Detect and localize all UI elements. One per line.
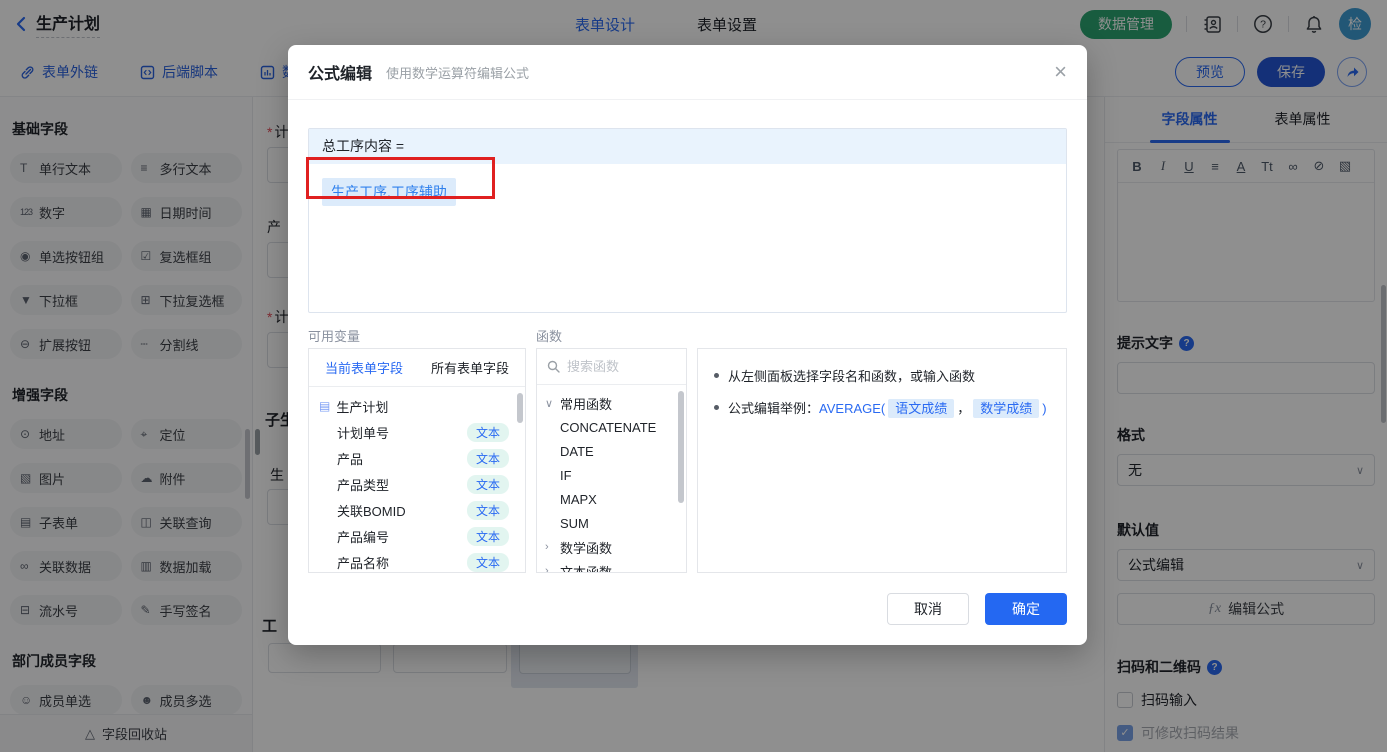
function-group-math[interactable]: ›数学函数 — [537, 535, 686, 559]
function-item-concatenate[interactable]: CONCATENATE — [537, 415, 686, 439]
variables-panel: 当前表单字段 所有表单字段 ▤ 生产计划 计划单号文本 产品文本 产品类型文本 … — [308, 348, 526, 573]
functions-scrollbar[interactable] — [678, 391, 684, 503]
variables-scrollbar[interactable] — [517, 393, 523, 423]
help-text-1: 从左侧面板选择字段名和函数，或输入函数 — [728, 366, 975, 385]
modal-title: 公式编辑 — [308, 60, 372, 84]
example-arg-token: 语文成绩 — [888, 399, 954, 418]
type-badge: 文本 — [467, 553, 509, 572]
close-icon[interactable]: × — [1054, 61, 1067, 83]
type-badge: 文本 — [467, 501, 509, 520]
functions-section-label: 函数 — [536, 326, 562, 345]
formula-help-panel: 从左侧面板选择字段名和函数，或输入函数 公式编辑举例：AVERAGE(语文成绩，… — [697, 348, 1067, 573]
formula-target-label: 总工序内容 = — [309, 129, 1066, 164]
confirm-button[interactable]: 确定 — [985, 593, 1067, 625]
variable-item[interactable]: 计划单号文本 — [309, 419, 525, 445]
search-icon — [547, 360, 560, 373]
tree-root-form[interactable]: ▤ 生产计划 — [309, 393, 525, 419]
bullet-icon — [714, 405, 719, 410]
variable-item[interactable]: 产品文本 — [309, 445, 525, 471]
function-item-date[interactable]: DATE — [537, 439, 686, 463]
cancel-button[interactable]: 取消 — [887, 593, 969, 625]
chevron-collapsed-icon: › — [545, 541, 555, 553]
help-text-2: 公式编辑举例：AVERAGE(语文成绩，数学成绩) — [728, 398, 1047, 417]
bullet-icon — [714, 373, 719, 378]
type-badge: 文本 — [467, 423, 509, 442]
tab-current-form-fields[interactable]: 当前表单字段 — [325, 358, 403, 377]
chevron-collapsed-icon: › — [545, 565, 555, 573]
variable-item[interactable]: 关联BOMID文本 — [309, 497, 525, 523]
variable-item[interactable]: 产品类型文本 — [309, 471, 525, 497]
variable-item[interactable]: 产品名称文本 — [309, 549, 525, 573]
search-functions-input[interactable] — [567, 359, 676, 374]
variable-item[interactable]: 产品编号文本 — [309, 523, 525, 549]
functions-panel: ∨常用函数 CONCATENATE DATE IF MAPX SUM ›数学函数… — [536, 348, 687, 573]
modal-subtitle: 使用数学运算符编辑公式 — [386, 63, 529, 82]
function-group-text[interactable]: ›文本函数 — [537, 559, 686, 573]
document-icon: ▤ — [319, 399, 330, 413]
chevron-expanded-icon: ∨ — [545, 397, 555, 410]
tab-all-form-fields[interactable]: 所有表单字段 — [431, 358, 509, 377]
formula-input-area[interactable]: 生产工序.工序辅助 — [309, 164, 1066, 220]
example-arg-token: 数学成绩 — [973, 399, 1039, 418]
formula-editor-area: 总工序内容 = 生产工序.工序辅助 — [308, 128, 1067, 313]
type-badge: 文本 — [467, 475, 509, 494]
type-badge: 文本 — [467, 527, 509, 546]
type-badge: 文本 — [467, 449, 509, 468]
example-function-name: AVERAGE( — [819, 401, 885, 416]
variables-section-label: 可用变量 — [308, 326, 360, 345]
function-group-common[interactable]: ∨常用函数 — [537, 391, 686, 415]
formula-editor-modal: 公式编辑 使用数学运算符编辑公式 × 总工序内容 = 生产工序.工序辅助 可用变… — [288, 45, 1087, 645]
function-item-mapx[interactable]: MAPX — [537, 487, 686, 511]
function-item-sum[interactable]: SUM — [537, 511, 686, 535]
formula-field-token[interactable]: 生产工序.工序辅助 — [322, 178, 456, 206]
function-item-if[interactable]: IF — [537, 463, 686, 487]
